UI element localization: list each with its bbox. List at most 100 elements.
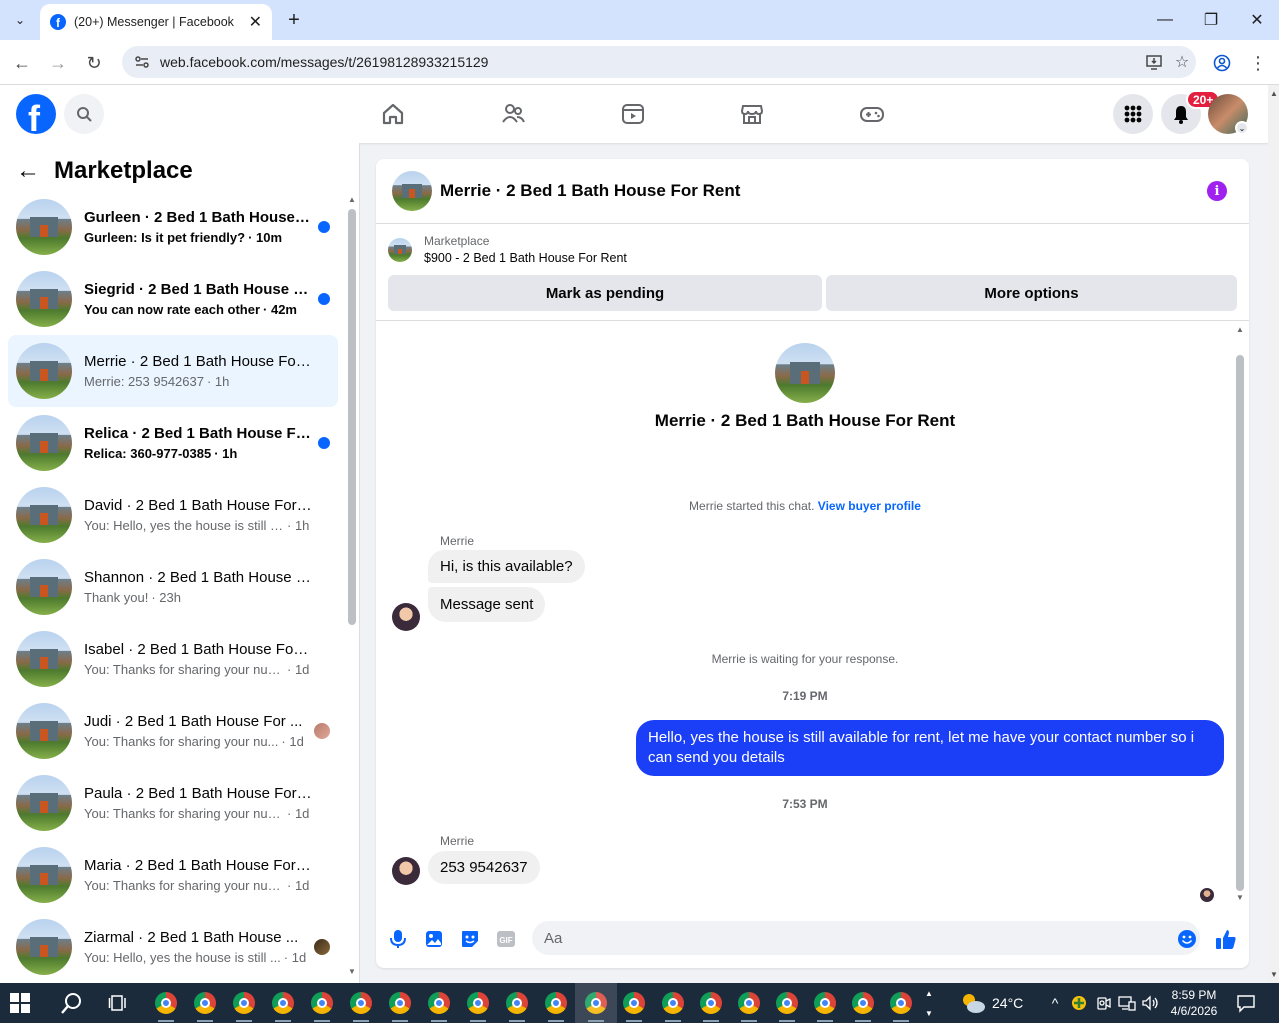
- back-arrow-icon[interactable]: ←: [16, 157, 40, 185]
- tab-search-dropdown-icon[interactable]: ⌄: [8, 8, 32, 32]
- chrome-taskbar-icon[interactable]: [272, 992, 294, 1014]
- outgoing-message[interactable]: Hello, yes the house is still available …: [636, 720, 1224, 776]
- scroll-down-icon[interactable]: ▼: [1236, 893, 1244, 902]
- chrome-taskbar-icon[interactable]: [700, 992, 722, 1014]
- forward-arrow-icon[interactable]: →: [45, 50, 71, 76]
- scroll-down-icon[interactable]: ▼: [348, 967, 356, 976]
- new-tab-icon[interactable]: +: [282, 8, 306, 32]
- scroll-up-icon[interactable]: ▲: [925, 989, 933, 998]
- chrome-taskbar-icon[interactable]: [545, 992, 567, 1014]
- photo-icon[interactable]: [422, 927, 446, 951]
- facebook-logo-icon[interactable]: f: [16, 94, 56, 139]
- scroll-down-icon[interactable]: ▼: [1270, 970, 1278, 979]
- chrome-taskbar-icon[interactable]: [506, 992, 528, 1014]
- conversation-item[interactable]: Maria · 2 Bed 1 Bath House For ... You: T…: [8, 839, 338, 911]
- view-buyer-profile-link[interactable]: View buyer profile: [818, 499, 921, 513]
- scroll-up-icon[interactable]: ▲: [1236, 325, 1244, 334]
- chrome-taskbar-icon[interactable]: [623, 992, 645, 1014]
- conversation-item[interactable]: Gurleen · 2 Bed 1 Bath House F... Gurleen…: [8, 191, 338, 263]
- page-scrollbar[interactable]: ▲ ▼: [1268, 85, 1279, 983]
- tray-meeting-icon[interactable]: [1093, 993, 1113, 1013]
- scrollbar-thumb[interactable]: [1236, 355, 1244, 891]
- address-bar[interactable]: web.facebook.com/messages/t/261981289332…: [122, 46, 1196, 78]
- conversation-item[interactable]: David · 2 Bed 1 Bath House For ... You: H…: [8, 479, 338, 551]
- incoming-message[interactable]: 253 9542637: [428, 851, 540, 884]
- chevron-down-icon[interactable]: ⌄: [1235, 121, 1249, 135]
- sender-avatar[interactable]: [392, 857, 420, 885]
- chrome-taskbar-icon[interactable]: [311, 992, 333, 1014]
- chrome-taskbar-icon[interactable]: [467, 992, 489, 1014]
- conversation-item[interactable]: Ziarmal · 2 Bed 1 Bath House ... You: Hel…: [8, 911, 338, 983]
- more-options-button[interactable]: More options: [826, 275, 1237, 311]
- taskbar-search-icon[interactable]: [60, 991, 84, 1015]
- scroll-up-icon[interactable]: ▲: [348, 195, 356, 204]
- scrollbar-thumb[interactable]: [348, 209, 356, 625]
- scroll-down-icon[interactable]: ▼: [925, 1009, 933, 1018]
- chat-title[interactable]: Merrie · 2 Bed 1 Bath House For Rent: [440, 181, 740, 201]
- conversation-item[interactable]: Isabel · 2 Bed 1 Bath House For ... You: …: [8, 623, 338, 695]
- listing-avatar[interactable]: [392, 171, 432, 211]
- system-clock[interactable]: 8:59 PM 4/6/2026: [1162, 987, 1226, 1019]
- restore-icon[interactable]: ❐: [1196, 6, 1226, 34]
- menu-grid-icon[interactable]: [1113, 94, 1153, 134]
- marketplace-icon[interactable]: [735, 97, 769, 131]
- conversation-item[interactable]: Siegrid · 2 Bed 1 Bath House F... You can…: [8, 263, 338, 335]
- reload-icon[interactable]: ↻: [81, 50, 107, 76]
- conversation-item[interactable]: Shannon · 2 Bed 1 Bath House F... Thank y…: [8, 551, 338, 623]
- tray-chevron-up-icon[interactable]: ^: [1045, 993, 1065, 1013]
- chrome-taskbar-icon[interactable]: [662, 992, 684, 1014]
- window-close-icon[interactable]: ✕: [1242, 6, 1272, 34]
- sidebar-scrollbar[interactable]: ▲ ▼: [346, 195, 358, 976]
- bookmark-star-icon[interactable]: ☆: [1168, 48, 1196, 76]
- site-settings-icon[interactable]: [134, 54, 150, 70]
- chrome-taskbar-icon[interactable]: [575, 983, 617, 1023]
- sticker-icon[interactable]: [458, 927, 482, 951]
- mark-as-pending-button[interactable]: Mark as pending: [388, 275, 822, 311]
- sender-avatar[interactable]: [392, 603, 420, 631]
- conversation-item[interactable]: Paula · 2 Bed 1 Bath House For R... You: …: [8, 767, 338, 839]
- chrome-taskbar-icon[interactable]: [389, 992, 411, 1014]
- conversation-item[interactable]: Merrie · 2 Bed 1 Bath House For ... Merri…: [8, 335, 338, 407]
- video-icon[interactable]: [616, 97, 650, 131]
- task-view-icon[interactable]: [108, 992, 130, 1014]
- chrome-taskbar-icon[interactable]: [738, 992, 760, 1014]
- scroll-up-icon[interactable]: ▲: [1270, 89, 1278, 98]
- chrome-taskbar-icon[interactable]: [428, 992, 450, 1014]
- tray-app-icon[interactable]: [1069, 993, 1089, 1013]
- chrome-taskbar-icon[interactable]: [814, 992, 836, 1014]
- message-input[interactable]: [532, 921, 1200, 955]
- network-icon[interactable]: [1117, 993, 1137, 1013]
- emoji-icon[interactable]: [1175, 927, 1199, 951]
- action-center-icon[interactable]: [1236, 993, 1256, 1013]
- taskbar-scroll[interactable]: ▲ ▼: [922, 987, 936, 1019]
- listing-row[interactable]: Marketplace $900 - 2 Bed 1 Bath House Fo…: [388, 234, 627, 265]
- profile-account-icon[interactable]: [1209, 50, 1235, 76]
- thumbs-up-icon[interactable]: [1214, 927, 1238, 951]
- windows-start-icon[interactable]: [10, 993, 30, 1013]
- search-icon[interactable]: [64, 94, 104, 134]
- chrome-taskbar-icon[interactable]: [233, 992, 255, 1014]
- chrome-taskbar-icon[interactable]: [890, 992, 912, 1014]
- home-icon[interactable]: [376, 97, 410, 131]
- minimize-icon[interactable]: —: [1150, 6, 1180, 34]
- url-text[interactable]: web.facebook.com/messages/t/261981289332…: [160, 54, 1140, 70]
- install-app-icon[interactable]: [1140, 48, 1168, 76]
- microphone-icon[interactable]: [386, 927, 410, 951]
- chrome-taskbar-icon[interactable]: [155, 992, 177, 1014]
- conversation-item[interactable]: Relica · 2 Bed 1 Bath House Fo... Relica:…: [8, 407, 338, 479]
- message-scrollbar[interactable]: ▲ ▼: [1234, 325, 1246, 905]
- volume-icon[interactable]: [1141, 993, 1161, 1013]
- incoming-message[interactable]: Hi, is this available?: [428, 550, 585, 583]
- chrome-taskbar-icon[interactable]: [350, 992, 372, 1014]
- chrome-taskbar-icon[interactable]: [194, 992, 216, 1014]
- browser-menu-icon[interactable]: ⋮: [1245, 50, 1271, 76]
- info-icon[interactable]: i: [1207, 181, 1227, 201]
- chrome-taskbar-icon[interactable]: [776, 992, 798, 1014]
- weather-widget[interactable]: 24°C: [960, 991, 1023, 1015]
- back-arrow-icon[interactable]: ←: [9, 50, 35, 76]
- browser-tab[interactable]: f (20+) Messenger | Facebook ✕: [40, 4, 272, 40]
- chrome-taskbar-icon[interactable]: [852, 992, 874, 1014]
- incoming-message[interactable]: Message sent: [428, 587, 546, 622]
- gif-icon[interactable]: GIF: [494, 927, 518, 951]
- friends-icon[interactable]: [496, 97, 530, 131]
